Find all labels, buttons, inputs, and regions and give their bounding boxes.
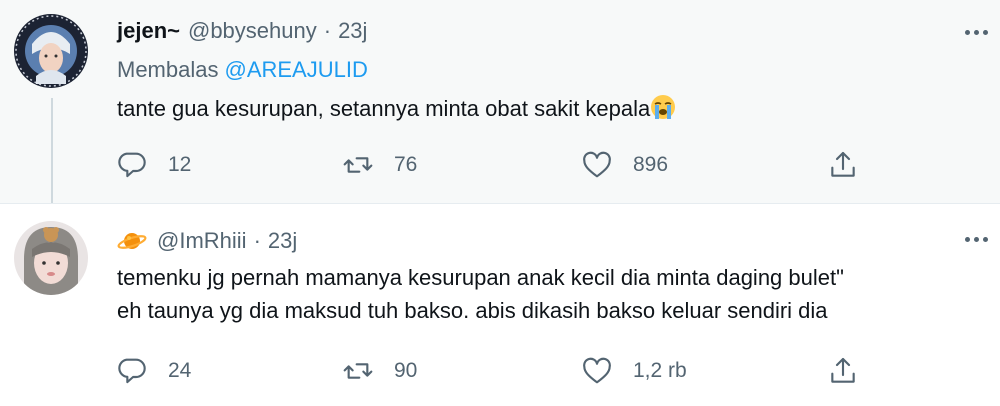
share-button[interactable] bbox=[827, 147, 859, 183]
like-count: 896 bbox=[633, 153, 669, 176]
tweet-reply[interactable]: @ImRhiii · 23j temenku jg pernah mamanya… bbox=[0, 203, 1000, 406]
action-bar: 24 90 1,2 rb bbox=[114, 353, 874, 389]
like-button[interactable]: 1,2 rb bbox=[581, 353, 687, 389]
share-icon bbox=[831, 151, 855, 177]
share-button[interactable] bbox=[827, 353, 859, 389]
separator-dot: · bbox=[253, 228, 261, 253]
heart-icon bbox=[583, 357, 611, 384]
reply-icon bbox=[118, 358, 146, 384]
tweet-text: tante gua kesurupan, setannya minta obat… bbox=[117, 92, 977, 129]
separator-dot: · bbox=[323, 18, 332, 43]
like-button[interactable]: 896 bbox=[581, 147, 668, 183]
action-bar: 12 76 896 bbox=[114, 147, 874, 183]
tweet-header: jejen~ @bbysehuny · 23j bbox=[117, 18, 367, 44]
tweet-header: @ImRhiii · 23j bbox=[117, 228, 297, 254]
more-options-icon[interactable] bbox=[965, 30, 988, 35]
reply-mention-link[interactable]: @AREAJULID bbox=[224, 57, 367, 82]
reply-icon bbox=[118, 152, 146, 178]
display-name[interactable]: jejen~ bbox=[117, 18, 180, 44]
tweet-text-content: tante gua kesurupan, setannya minta obat… bbox=[117, 96, 651, 121]
retweet-icon bbox=[343, 157, 373, 173]
reply-count: 12 bbox=[168, 153, 192, 176]
timestamp[interactable]: 23j bbox=[268, 228, 297, 254]
tweet-text-line: temenku jg pernah mamanya kesurupan anak… bbox=[117, 265, 844, 290]
retweet-button[interactable]: 90 bbox=[342, 353, 417, 389]
avatar[interactable] bbox=[14, 221, 88, 295]
retweet-icon bbox=[343, 363, 373, 379]
reply-button[interactable]: 12 bbox=[116, 147, 191, 183]
timestamp[interactable]: 23j bbox=[338, 18, 367, 44]
user-handle[interactable]: @ImRhiii bbox=[157, 228, 247, 254]
like-count: 1,2 rb bbox=[633, 359, 687, 382]
avatar[interactable] bbox=[14, 14, 88, 88]
thread-line bbox=[51, 98, 53, 204]
retweet-count: 90 bbox=[394, 359, 418, 382]
avatar-image bbox=[14, 221, 88, 295]
loudly-crying-face-icon bbox=[650, 94, 676, 129]
reply-count: 24 bbox=[168, 359, 192, 382]
avatar-image bbox=[14, 14, 88, 88]
heart-icon bbox=[583, 151, 611, 178]
retweet-button[interactable]: 76 bbox=[342, 147, 417, 183]
reply-button[interactable]: 24 bbox=[116, 353, 191, 389]
tweet-text: temenku jg pernah mamanya kesurupan anak… bbox=[117, 261, 977, 327]
retweet-count: 76 bbox=[394, 153, 418, 176]
replying-to: Membalas @AREAJULID bbox=[117, 57, 368, 83]
share-icon bbox=[831, 357, 855, 383]
user-handle[interactable]: @bbysehuny bbox=[188, 18, 317, 44]
replying-to-label: Membalas bbox=[117, 57, 219, 82]
ringed-planet-icon bbox=[117, 229, 147, 253]
more-options-icon[interactable] bbox=[965, 237, 988, 242]
tweet-text-line: eh taunya yg dia maksud tuh bakso. abis … bbox=[117, 298, 828, 323]
tweet-parent[interactable]: jejen~ @bbysehuny · 23j Membalas @AREAJUL… bbox=[0, 0, 1000, 204]
